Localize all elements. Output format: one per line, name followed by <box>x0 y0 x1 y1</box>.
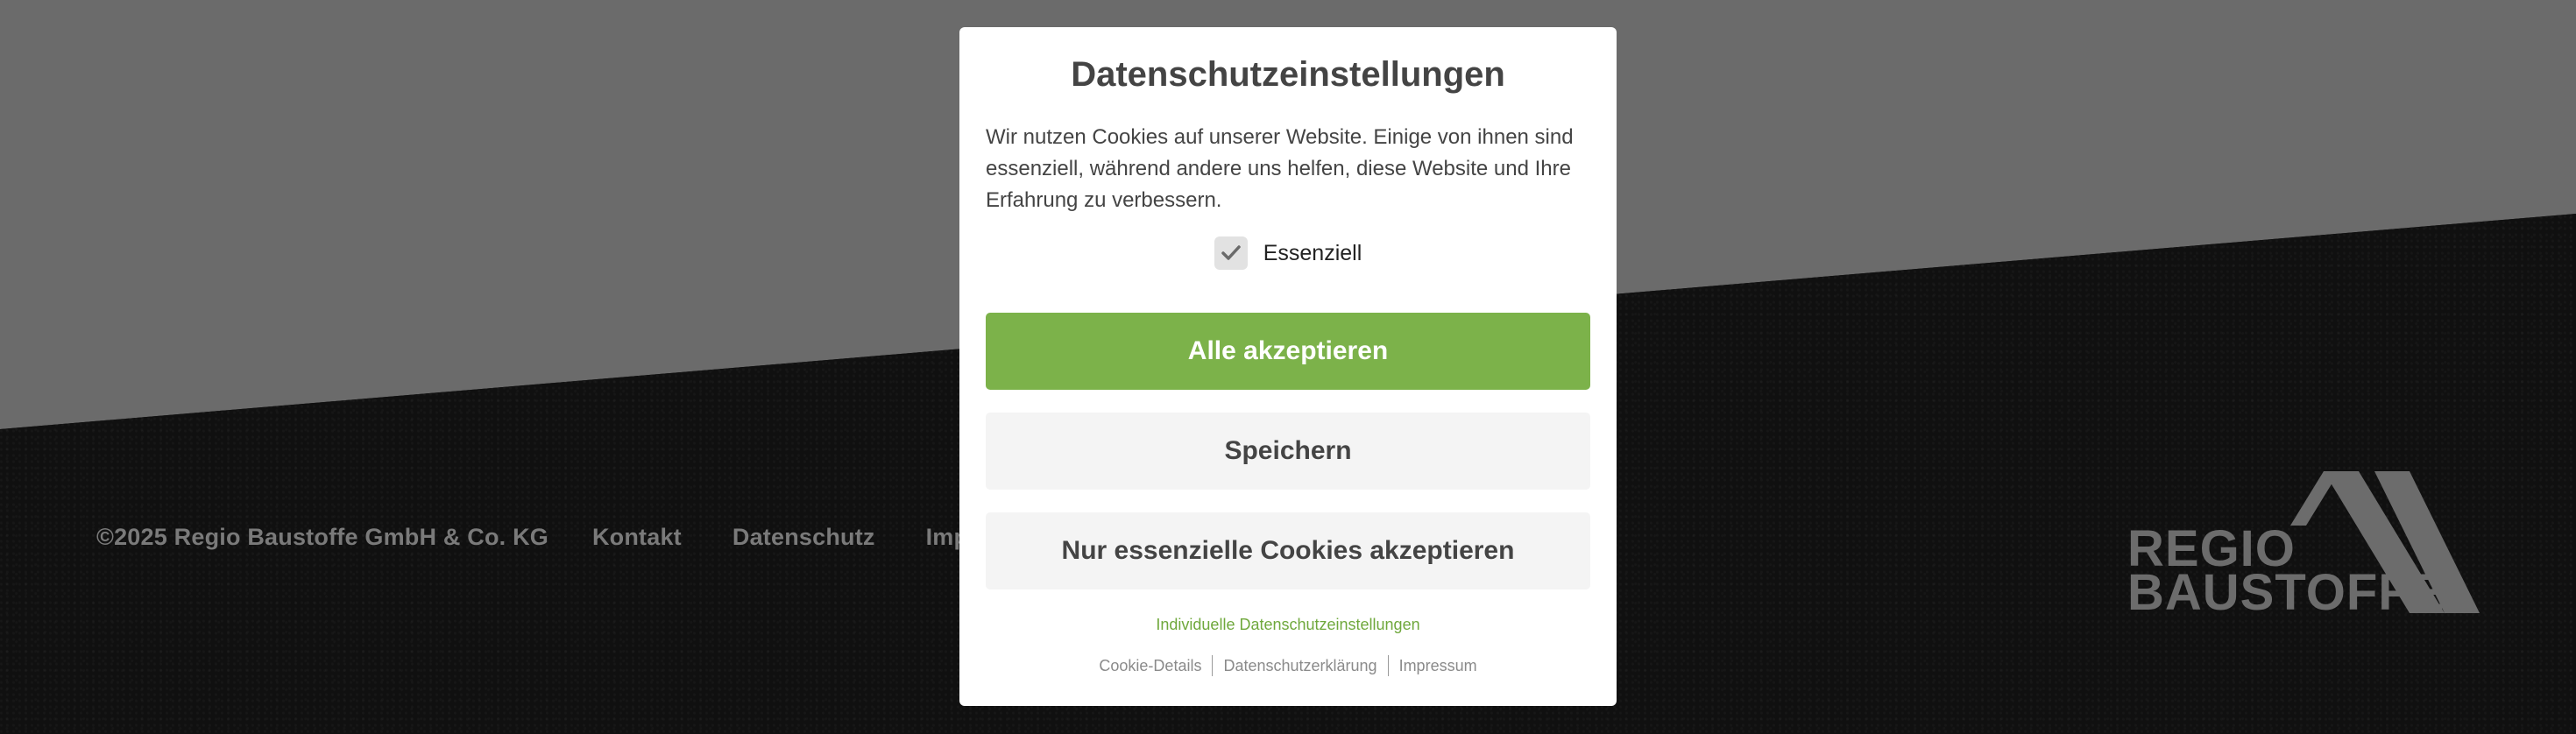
footer-copyright: ©2025 Regio Baustoffe GmbH & Co. KG <box>96 524 548 550</box>
save-button[interactable]: Speichern <box>986 413 1590 490</box>
privacy-policy-link[interactable]: Datenschutzerklärung <box>1213 657 1387 675</box>
cookie-consent-modal: Datenschutzeinstellungen Wir nutzen Cook… <box>959 27 1617 706</box>
individual-settings-link[interactable]: Individuelle Datenschutzeinstellungen <box>986 616 1590 634</box>
footer-link-kontakt[interactable]: Kontakt <box>592 524 682 551</box>
regio-baustoffe-logo[interactable]: REGIO BAUSTOFFE <box>2120 471 2480 618</box>
footer-nav: ©2025 Regio Baustoffe GmbH & Co. KG Kont… <box>96 524 1104 551</box>
modal-description: Wir nutzen Cookies auf unserer Website. … <box>986 125 1574 212</box>
essential-checkbox-row: Essenziell <box>986 236 1590 271</box>
modal-footer-links: Cookie-Details Datenschutzerklärung Impr… <box>986 655 1590 676</box>
modal-title: Datenschutzeinstellungen <box>1071 55 1505 94</box>
checkmark-icon <box>1221 245 1241 260</box>
accept-essential-only-button[interactable]: Nur essenzielle Cookies akzeptieren <box>986 512 1590 589</box>
cookie-details-link[interactable]: Cookie-Details <box>1088 657 1212 675</box>
imprint-link[interactable]: Impressum <box>1389 657 1488 675</box>
accept-all-button[interactable]: Alle akzeptieren <box>986 313 1590 390</box>
essential-checkbox[interactable] <box>1214 236 1248 270</box>
logo-text-line2: BAUSTOFFE <box>2127 564 2445 621</box>
footer-link-datenschutz[interactable]: Datenschutz <box>732 524 875 551</box>
essential-checkbox-label: Essenziell <box>1263 240 1362 265</box>
